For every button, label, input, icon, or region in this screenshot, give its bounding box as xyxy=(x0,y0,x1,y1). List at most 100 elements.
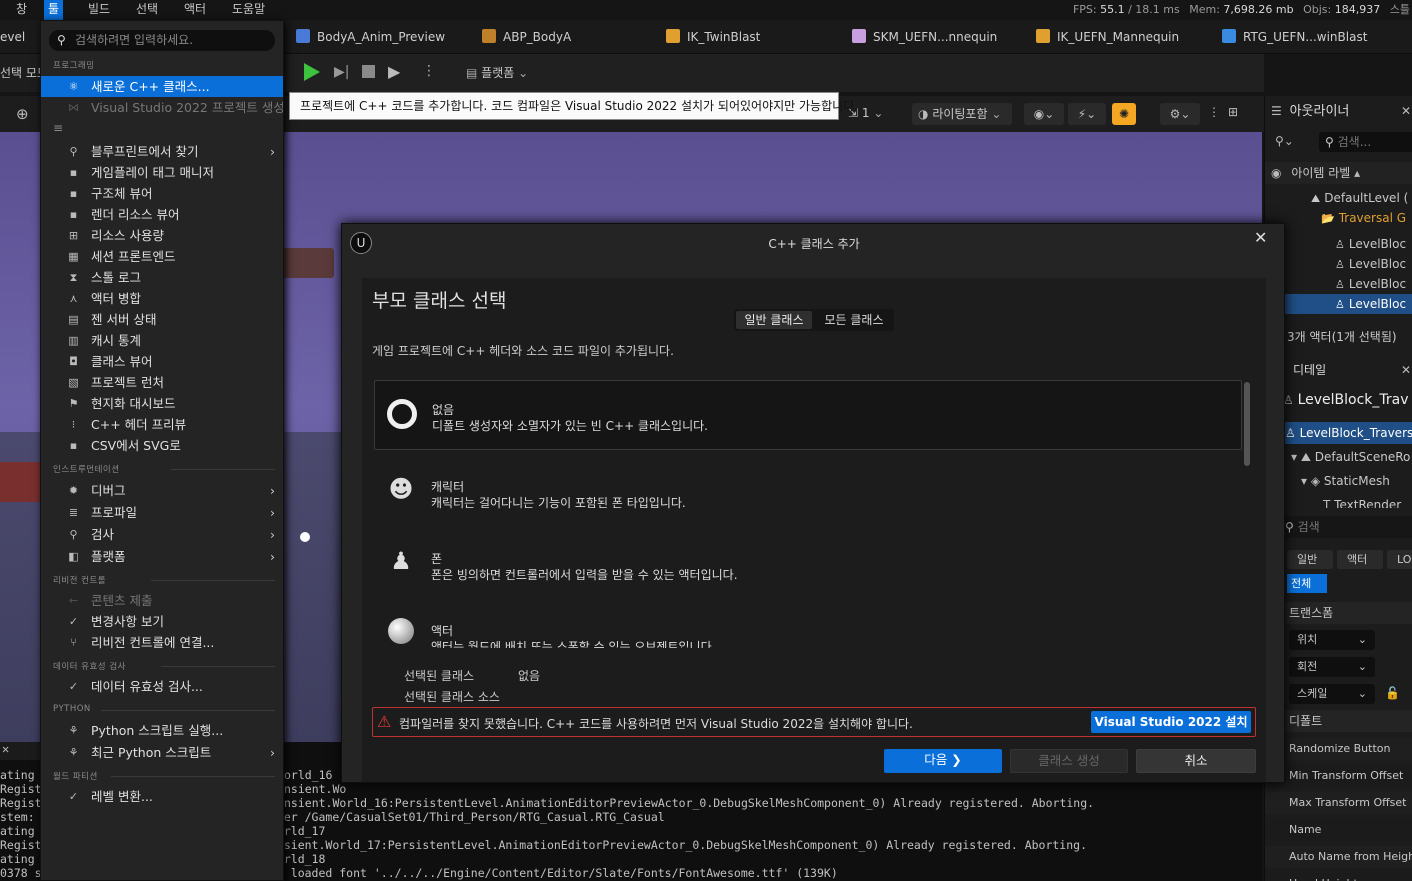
cancel-button[interactable]: 취소 xyxy=(1136,749,1256,773)
menu-item-audit[interactable]: ⚲ 검사 › xyxy=(41,524,283,545)
menu-item-zen-server-status[interactable]: ▤ 젠 서버 상태 xyxy=(41,309,283,330)
editor-tab-3[interactable]: SKM_UEFN...nnequin xyxy=(852,20,997,54)
class-row-none[interactable]: 없음 디폴트 생성자와 소멸자가 있는 빈 C++ 클래스입니다. xyxy=(374,380,1242,450)
tab-all-classes[interactable]: 모든 클래스 xyxy=(816,311,892,329)
settings-button[interactable]: ⚙⌄ xyxy=(1160,103,1200,125)
menu-item-recent-python-scripts[interactable]: ⚘ 최근 Python 스크립트 › xyxy=(41,742,283,763)
menu-item-submit-content[interactable]: ← 콘텐츠 제출 xyxy=(41,590,283,611)
menu-1[interactable]: 툴 xyxy=(44,0,64,20)
menu-item-connect-revision-control[interactable]: ⑂ 리비전 컨트롤에 연결... xyxy=(41,632,283,653)
section-collapse-icon[interactable]: ≡ xyxy=(53,121,64,135)
create-class-button[interactable]: 클래스 생성 xyxy=(1010,749,1128,773)
menu-item-render-resource-viewer[interactable]: ▪ 렌더 리소스 뷰어 xyxy=(41,204,283,225)
menu-item-class-viewer[interactable]: ◘ 클래스 뷰어 xyxy=(41,351,283,372)
property-row[interactable]: Auto Name from Height xyxy=(1265,846,1412,868)
menu-item-new-cpp-class[interactable]: ⚛ 새로운 C++ 클래스... xyxy=(41,76,283,97)
layout-grid-icon[interactable]: ⊞ xyxy=(1228,105,1238,119)
step-icon[interactable]: ▶︎| xyxy=(334,64,349,80)
more-options-icon[interactable]: ⋮ xyxy=(1208,105,1220,119)
editor-tab-5[interactable]: RTG_UEFN...winBlast xyxy=(1222,20,1367,54)
menu-search-input[interactable]: ⚲ 검색하려면 입력하세요. xyxy=(49,30,275,51)
outliner-row[interactable]: 📂 Traversal G xyxy=(1265,208,1412,228)
menu-item-run-python-script[interactable]: ⚘ Python 스크립트 실행... xyxy=(41,720,283,741)
lock-icon[interactable]: 🔓 xyxy=(1385,686,1400,700)
outliner-row[interactable]: ♙ LevelBloc xyxy=(1265,254,1412,274)
close-icon[interactable]: ✕ xyxy=(1254,228,1267,247)
show-flags-button[interactable]: ◉⌄ xyxy=(1024,103,1064,125)
rotation-dropdown[interactable]: 회전 ⌄ xyxy=(1289,657,1375,677)
platforms-button[interactable]: ▤ 플랫폼 ⌄ xyxy=(466,64,528,81)
default-section-header[interactable]: 디폴트 xyxy=(1265,710,1412,732)
close-icon[interactable]: ✕ xyxy=(0,742,40,760)
editor-tab-0[interactable]: BodyA_Anim_Preview xyxy=(296,20,445,54)
filter-tab[interactable]: LO xyxy=(1387,550,1412,569)
outliner-row[interactable]: ⛰ DefaultLevel ( xyxy=(1265,188,1412,208)
editor-tab-1[interactable]: ABP_BodyA xyxy=(482,20,571,54)
realtime-toggle[interactable]: ✺ xyxy=(1112,103,1136,125)
outliner-row[interactable]: ♙ LevelBloc xyxy=(1265,274,1412,294)
select-mode-stub[interactable]: 선택 모드 xyxy=(0,54,40,92)
menu-item-data-validation[interactable]: ✓ 데이터 유효성 검사... xyxy=(41,676,283,697)
class-row-actor[interactable]: 액터 액터는 월드에 배치 또는 스폰할 수 있는 오브젝트입니다. xyxy=(374,598,1242,648)
outliner-column-header[interactable]: ◉ 아이템 라벨 ▴ xyxy=(1265,162,1412,184)
component-root-row[interactable]: ♙ LevelBlock_Travers xyxy=(1265,422,1412,444)
menu-item-csv-to-svg[interactable]: ▪ CSV에서 SVG로 xyxy=(41,435,283,456)
filter-tab-all[interactable]: 전체 xyxy=(1287,574,1327,593)
class-list-scrollbar[interactable] xyxy=(1244,382,1250,466)
menu-3[interactable]: 선택 xyxy=(132,0,162,20)
scale-dropdown[interactable]: 스케일 ⌄ xyxy=(1289,684,1375,704)
editor-tab-2[interactable]: IK_TwinBlast xyxy=(666,20,760,54)
menu-item-merge-actors[interactable]: ⋏ 액터 병합 xyxy=(41,288,283,309)
filter-icon[interactable]: ⚲⌄ xyxy=(1275,134,1294,148)
outliner-row[interactable]: ♙ LevelBloc xyxy=(1265,294,1412,314)
location-dropdown[interactable]: 위치 ⌄ xyxy=(1289,630,1375,650)
transform-section-header[interactable]: 트랜스폼 xyxy=(1265,602,1412,624)
filter-tab[interactable]: 일반 xyxy=(1287,550,1333,569)
menu-item-platforms[interactable]: ◧ 플랫폼 › xyxy=(41,546,283,567)
level-tab-stub[interactable]: evel xyxy=(0,20,25,54)
menu-item-gameplay-tag-manager[interactable]: ▪ 게임플레이 태그 매니저 xyxy=(41,162,283,183)
play-icon[interactable] xyxy=(304,63,320,81)
property-row[interactable]: Hand Height xyxy=(1265,873,1412,881)
more-options-icon[interactable]: ⋮ xyxy=(422,63,436,79)
component-row-text[interactable]: T TextRender xyxy=(1265,494,1412,508)
install-visual-studio-button[interactable]: Visual Studio 2022 설치 xyxy=(1091,711,1251,733)
details-search-input[interactable]: ⚲ 검색 xyxy=(1265,516,1412,538)
tab-common-classes[interactable]: 일반 클래스 xyxy=(736,311,812,329)
eject-icon[interactable]: ▶ xyxy=(388,62,400,81)
stop-icon[interactable] xyxy=(362,65,375,78)
menu-item-debug[interactable]: ✹ 디버그 › xyxy=(41,480,283,501)
menu-item-stall-log[interactable]: ⧗ 스톨 로그 xyxy=(41,267,283,288)
menu-4[interactable]: 액터 xyxy=(180,0,210,20)
menu-item-project-launcher[interactable]: ▧ 프로젝트 런처 xyxy=(41,372,283,393)
menu-item-convert-level[interactable]: ✓ 레벨 변환... xyxy=(41,786,283,807)
class-row-character[interactable]: ☻ 캐릭터 캐릭터는 걸어다니는 기능이 포함된 폰 타입입니다. xyxy=(374,454,1242,524)
menu-item-cpp-header-preview[interactable]: ⁝ C++ 헤더 프리뷰 xyxy=(41,414,283,435)
menu-2[interactable]: 빌드 xyxy=(84,0,114,20)
filter-tab[interactable]: 액터 xyxy=(1337,550,1383,569)
lit-mode-button[interactable]: ◑ 라이팅포함 ⌄ xyxy=(912,103,1012,125)
menu-item-find-in-blueprints[interactable]: ⚲ 블루프린트에서 찾기 › xyxy=(41,141,283,162)
component-row-mesh[interactable]: ▾ ◈ StaticMesh xyxy=(1265,470,1412,492)
outliner-search-input[interactable]: ⚲ 검색... xyxy=(1319,132,1412,152)
menu-5[interactable]: 도움말 xyxy=(228,0,269,20)
menu-item-cache-stats[interactable]: ▥ 캐시 통계 xyxy=(41,330,283,351)
menu-item-generate-vs-project[interactable]: ⋈ Visual Studio 2022 프로젝트 생성 xyxy=(41,97,283,118)
snap-button[interactable]: ⚡⌄ xyxy=(1068,103,1106,125)
property-row[interactable]: Min Transform Offset xyxy=(1265,765,1412,787)
editor-tab-4[interactable]: IK_UEFN_Mannequin xyxy=(1036,20,1179,54)
menu-item-view-changes[interactable]: ✓ 변경사항 보기 xyxy=(41,611,283,632)
menu-item-session-frontend[interactable]: ▦ 세션 프론트엔드 xyxy=(41,246,283,267)
class-row-pawn[interactable]: ♟ 폰 폰은 빙의하면 컨트롤러에서 입력을 받을 수 있는 액터입니다. xyxy=(374,526,1242,596)
property-row[interactable]: Max Transform Offset xyxy=(1265,792,1412,814)
close-icon[interactable]: ✕ xyxy=(1401,100,1411,122)
property-row[interactable]: Name xyxy=(1265,819,1412,841)
next-button[interactable]: 다음 ❯ xyxy=(884,749,1002,773)
menu-0[interactable]: 창 xyxy=(12,0,31,20)
menu-item-resource-usage[interactable]: ⊞ 리소스 사용량 xyxy=(41,225,283,246)
globe-icon[interactable]: ⊕ xyxy=(16,105,29,123)
property-row[interactable]: Randomize Button xyxy=(1265,738,1412,760)
menu-item-struct-viewer[interactable]: ▪ 구조체 뷰어 xyxy=(41,183,283,204)
menu-item-localization-dashboard[interactable]: ⚑ 현지화 대시보드 xyxy=(41,393,283,414)
menu-item-profile[interactable]: ≣ 프로파일 › xyxy=(41,502,283,523)
